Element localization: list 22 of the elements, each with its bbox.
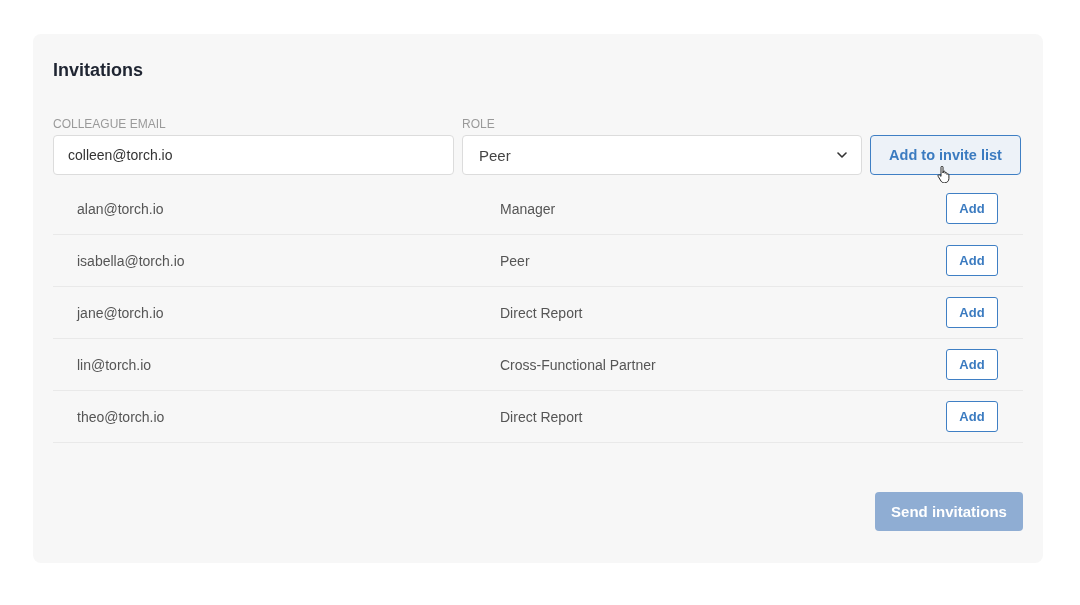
email-cell: theo@torch.io (77, 408, 165, 425)
chevron-down-icon (837, 152, 847, 158)
email-cell: jane@torch.io (77, 304, 164, 321)
email-cell: alan@torch.io (77, 200, 164, 217)
role-cell: Direct Report (500, 304, 583, 321)
panel-title: Invitations (53, 59, 143, 82)
hand-pointer-icon (937, 166, 951, 183)
role-cell: Cross-Functional Partner (500, 356, 656, 373)
role-dropdown[interactable]: Peer (462, 135, 862, 175)
add-button[interactable]: Add (946, 401, 998, 432)
email-input-field[interactable]: colleen@torch.io (53, 135, 454, 175)
add-button[interactable]: Add (946, 297, 998, 328)
role-cell: Direct Report (500, 408, 583, 425)
field-label: ROLE (462, 116, 495, 132)
email-cell: isabella@torch.io (77, 252, 185, 269)
field-label: COLLEAGUE EMAIL (53, 116, 166, 132)
email-cell: lin@torch.io (77, 356, 152, 373)
add-button[interactable]: Add (946, 193, 998, 224)
add-button[interactable]: Add (946, 349, 998, 380)
role-cell: Peer (500, 252, 530, 269)
role-cell: Manager (500, 200, 556, 217)
add-button[interactable]: Add (946, 245, 998, 276)
